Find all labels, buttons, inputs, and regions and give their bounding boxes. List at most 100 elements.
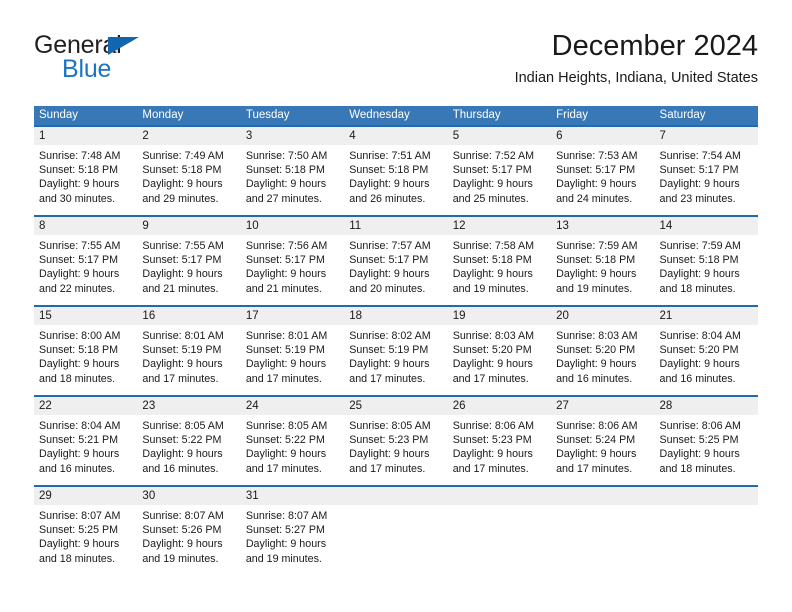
day-cell[interactable]: Sunrise: 7:58 AM Sunset: 5:18 PM Dayligh… [448, 235, 551, 305]
day-cell[interactable]: Sunrise: 7:59 AM Sunset: 5:18 PM Dayligh… [551, 235, 654, 305]
day-cell[interactable]: Sunrise: 8:07 AM Sunset: 5:25 PM Dayligh… [34, 505, 137, 575]
day-cell[interactable]: Sunrise: 7:55 AM Sunset: 5:17 PM Dayligh… [34, 235, 137, 305]
day-cell[interactable]: Sunrise: 8:00 AM Sunset: 5:18 PM Dayligh… [34, 325, 137, 395]
day-cell[interactable]: Sunrise: 8:03 AM Sunset: 5:20 PM Dayligh… [448, 325, 551, 395]
day-number[interactable]: 16 [137, 307, 240, 325]
sunrise-text: Sunrise: 7:49 AM [142, 150, 224, 162]
day-number[interactable]: 10 [241, 217, 344, 235]
day-cell[interactable]: Sunrise: 7:53 AM Sunset: 5:17 PM Dayligh… [551, 145, 654, 215]
day-cell[interactable]: Sunrise: 8:02 AM Sunset: 5:19 PM Dayligh… [344, 325, 447, 395]
sunrise-text: Sunrise: 8:04 AM [659, 330, 741, 342]
day-number[interactable]: 27 [551, 397, 654, 415]
sunrise-text: Sunrise: 7:58 AM [452, 240, 535, 252]
day-number[interactable]: 15 [34, 307, 137, 325]
day-number[interactable]: 11 [344, 217, 447, 235]
day-number[interactable]: 21 [655, 307, 758, 325]
sunset-text: Sunset: 5:23 PM [349, 434, 429, 447]
day-number[interactable]: 7 [655, 127, 758, 145]
day-cell[interactable]: Sunrise: 7:59 AM Sunset: 5:18 PM Dayligh… [655, 235, 758, 305]
daylight-text: Daylight: 9 hours [349, 178, 430, 191]
day-cell[interactable]: Sunrise: 8:05 AM Sunset: 5:22 PM Dayligh… [137, 415, 240, 485]
day-number[interactable]: 18 [344, 307, 447, 325]
daylight-text-cont: and 18 minutes. [39, 372, 116, 385]
day-number[interactable]: 26 [448, 397, 551, 415]
sunset-text: Sunset: 5:18 PM [142, 164, 222, 177]
sunrise-text: Sunrise: 7:57 AM [349, 240, 431, 252]
day-number[interactable]: 5 [448, 127, 551, 145]
day-cell[interactable]: Sunrise: 7:56 AM Sunset: 5:17 PM Dayligh… [241, 235, 344, 305]
day-number[interactable]: 6 [551, 127, 654, 145]
day-cell[interactable]: Sunrise: 8:01 AM Sunset: 5:19 PM Dayligh… [137, 325, 240, 395]
day-cell[interactable]: Sunrise: 7:54 AM Sunset: 5:17 PM Dayligh… [655, 145, 758, 215]
day-cell[interactable]: Sunrise: 8:06 AM Sunset: 5:25 PM Dayligh… [655, 415, 758, 485]
day-cell[interactable]: Sunrise: 8:04 AM Sunset: 5:21 PM Dayligh… [34, 415, 137, 485]
day-number[interactable]: 1 [34, 127, 137, 145]
day-number[interactable]: 19 [448, 307, 551, 325]
sunset-text: Sunset: 5:19 PM [245, 344, 325, 357]
day-number[interactable]: 2 [137, 127, 240, 145]
daylight-text: Daylight: 9 hours [39, 538, 120, 551]
sunset-text: Sunset: 5:17 PM [659, 164, 739, 177]
day-number[interactable]: 4 [344, 127, 447, 145]
logo-text-blue: Blue [62, 55, 112, 83]
daylight-text: Daylight: 9 hours [659, 268, 740, 281]
sunrise-text: Sunrise: 8:05 AM [245, 420, 328, 432]
daylight-text: Daylight: 9 hours [39, 268, 120, 281]
day-cell[interactable]: Sunrise: 7:55 AM Sunset: 5:17 PM Dayligh… [137, 235, 240, 305]
page-subtitle: Indian Heights, Indiana, United States [514, 70, 758, 86]
sunset-text: Sunset: 5:17 PM [452, 164, 532, 177]
weekday-header-wednesday: Wednesday [349, 109, 410, 121]
day-detail-band: Sunrise: 8:00 AM Sunset: 5:18 PM Dayligh… [34, 325, 758, 395]
daylight-text: Daylight: 9 hours [245, 268, 327, 281]
day-number-empty [344, 487, 447, 505]
sunrise-text: Sunrise: 7:59 AM [556, 240, 638, 252]
day-number[interactable]: 17 [241, 307, 344, 325]
day-cell[interactable]: Sunrise: 7:48 AM Sunset: 5:18 PM Dayligh… [34, 145, 137, 215]
sunrise-text: Sunrise: 7:54 AM [659, 150, 741, 162]
day-number[interactable]: 13 [551, 217, 654, 235]
day-number[interactable]: 30 [137, 487, 240, 505]
day-number[interactable]: 22 [34, 397, 137, 415]
sunrise-text: Sunrise: 7:53 AM [556, 150, 638, 162]
day-cell[interactable]: Sunrise: 8:06 AM Sunset: 5:23 PM Dayligh… [448, 415, 551, 485]
daylight-text: Daylight: 9 hours [452, 178, 533, 191]
day-cell[interactable]: Sunrise: 8:04 AM Sunset: 5:20 PM Dayligh… [655, 325, 758, 395]
daylight-text: Daylight: 9 hours [142, 178, 223, 191]
day-cell[interactable]: Sunrise: 8:03 AM Sunset: 5:20 PM Dayligh… [551, 325, 654, 395]
sunrise-text: Sunrise: 8:06 AM [452, 420, 535, 432]
day-cell[interactable]: Sunrise: 8:01 AM Sunset: 5:19 PM Dayligh… [241, 325, 344, 395]
day-number-band: 15 16 17 18 19 20 21 [34, 307, 758, 325]
daylight-text-cont: and 18 minutes. [39, 552, 116, 565]
daylight-text: Daylight: 9 hours [659, 448, 740, 461]
day-number[interactable]: 8 [34, 217, 137, 235]
day-cell[interactable]: Sunrise: 8:06 AM Sunset: 5:24 PM Dayligh… [551, 415, 654, 485]
day-cell[interactable]: Sunrise: 8:07 AM Sunset: 5:27 PM Dayligh… [241, 505, 344, 575]
day-cell[interactable]: Sunrise: 7:51 AM Sunset: 5:18 PM Dayligh… [344, 145, 447, 215]
day-number[interactable]: 24 [241, 397, 344, 415]
page-title: December 2024 [551, 30, 758, 62]
day-cell[interactable]: Sunrise: 8:05 AM Sunset: 5:23 PM Dayligh… [344, 415, 447, 485]
day-cell[interactable]: Sunrise: 8:07 AM Sunset: 5:26 PM Dayligh… [137, 505, 240, 575]
sunset-text: Sunset: 5:18 PM [556, 254, 636, 267]
sunset-text: Sunset: 5:20 PM [452, 344, 532, 357]
day-number[interactable]: 23 [137, 397, 240, 415]
day-cell[interactable]: Sunrise: 7:52 AM Sunset: 5:17 PM Dayligh… [448, 145, 551, 215]
day-cell[interactable]: Sunrise: 7:50 AM Sunset: 5:18 PM Dayligh… [241, 145, 344, 215]
sunrise-text: Sunrise: 8:01 AM [142, 330, 224, 342]
sunset-text: Sunset: 5:18 PM [39, 344, 119, 357]
daylight-text: Daylight: 9 hours [245, 448, 327, 461]
day-number[interactable]: 28 [655, 397, 758, 415]
daylight-text-cont: and 24 minutes. [556, 192, 633, 205]
day-number[interactable]: 14 [655, 217, 758, 235]
day-number[interactable]: 29 [34, 487, 137, 505]
day-number[interactable]: 20 [551, 307, 654, 325]
general-blue-logo[interactable]: General Blue [34, 32, 244, 88]
day-cell[interactable]: Sunrise: 8:05 AM Sunset: 5:22 PM Dayligh… [241, 415, 344, 485]
day-number[interactable]: 12 [448, 217, 551, 235]
day-number[interactable]: 3 [241, 127, 344, 145]
day-number[interactable]: 31 [241, 487, 344, 505]
day-cell[interactable]: Sunrise: 7:49 AM Sunset: 5:18 PM Dayligh… [137, 145, 240, 215]
day-number[interactable]: 25 [344, 397, 447, 415]
day-number[interactable]: 9 [137, 217, 240, 235]
day-cell[interactable]: Sunrise: 7:57 AM Sunset: 5:17 PM Dayligh… [344, 235, 447, 305]
